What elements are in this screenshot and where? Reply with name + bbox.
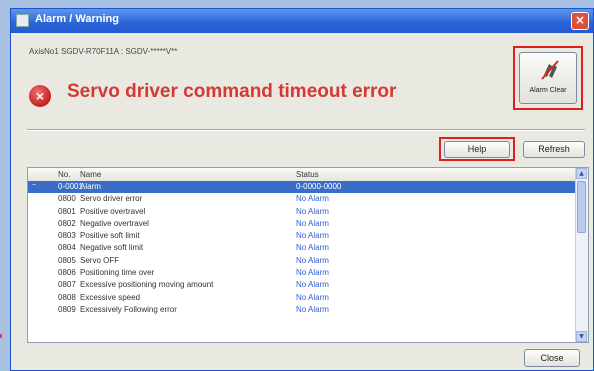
title-bar: Alarm / Warning ×	[11, 9, 593, 33]
alarm-table: No. Name Status −0-0001 Alarm 0-0000-0000 0…	[27, 167, 589, 343]
window-icon	[16, 14, 29, 27]
cell-name: Servo driver error	[80, 194, 143, 204]
close-icon[interactable]: ×	[571, 12, 589, 30]
scroll-down-icon[interactable]: ▼	[576, 331, 587, 342]
cell-status: No Alarm	[296, 280, 329, 290]
divider	[27, 129, 585, 131]
column-header-name[interactable]: Name	[80, 170, 101, 179]
table-row[interactable]: −0-0001 Alarm 0-0000-0000	[28, 181, 576, 194]
cell-no: 0808	[58, 292, 76, 302]
column-header-no[interactable]: No.	[58, 170, 70, 179]
table-row[interactable]: 0806 Positioning time over No Alarm	[28, 267, 576, 279]
alarm-clear-label: Alarm Clear	[529, 87, 567, 94]
cell-no: 0805	[58, 255, 76, 265]
cell-status: No Alarm	[296, 268, 329, 278]
table-rows: −0-0001 Alarm 0-0000-0000 0800 Servo driver …	[28, 181, 576, 316]
cell-name: Negative overtravel	[80, 218, 149, 228]
cell-name: Excessive speed	[80, 292, 141, 302]
expand-toggle[interactable]: −	[32, 182, 36, 189]
alarm-clear-icon	[541, 60, 559, 80]
help-button[interactable]: Help	[444, 141, 510, 158]
cell-no: 0804	[58, 243, 76, 253]
error-title: Servo driver command timeout error	[67, 81, 397, 102]
cell-status: No Alarm	[296, 243, 329, 253]
left-edge-mark	[0, 334, 2, 338]
cell-name: Positive soft limit	[80, 231, 140, 241]
table-header: No. Name Status	[28, 168, 576, 182]
error-icon: ×	[29, 85, 51, 107]
close-button[interactable]: Close	[524, 349, 580, 367]
alarm-warning-window: Alarm / Warning × AxisNo1 SGDV-R70F11A :…	[10, 8, 594, 371]
cell-name: Negative soft limit	[80, 243, 144, 253]
table-row[interactable]: 0801 Positive overtravel No Alarm	[28, 206, 576, 218]
cell-name: Excessively Following error	[80, 304, 177, 314]
cell-status: No Alarm	[296, 218, 329, 228]
table-row[interactable]: 0800 Servo driver error No Alarm	[28, 193, 576, 205]
model-line: AxisNo1 SGDV-R70F11A : SGDV-*****V**	[29, 47, 178, 56]
alarm-clear-button[interactable]: Alarm Clear	[519, 52, 577, 104]
cell-name: Alarm	[80, 182, 101, 191]
cell-no: 0809	[58, 304, 76, 314]
table-row[interactable]: 0809 Excessively Following error No Alarm	[28, 304, 576, 316]
scroll-thumb[interactable]	[577, 181, 586, 233]
cell-status: No Alarm	[296, 231, 329, 241]
cell-no: 0800	[58, 194, 76, 204]
cell-name: Positive overtravel	[80, 206, 146, 216]
window-title: Alarm / Warning	[35, 13, 119, 25]
cell-status: No Alarm	[296, 255, 329, 265]
cell-no: 0806	[58, 268, 76, 278]
vertical-scrollbar[interactable]: ▲ ▼	[575, 168, 588, 342]
table-row[interactable]: 0808 Excessive speed No Alarm	[28, 292, 576, 304]
cell-no: 0803	[58, 231, 76, 241]
table-row[interactable]: 0805 Servo OFF No Alarm	[28, 255, 576, 267]
table-row[interactable]: 0802 Negative overtravel No Alarm	[28, 218, 576, 230]
cell-no: 0802	[58, 218, 76, 228]
table-row[interactable]: 0804 Negative soft limit No Alarm	[28, 242, 576, 254]
cell-name: Positioning time over	[80, 268, 155, 278]
table-row[interactable]: 0803 Positive soft limit No Alarm	[28, 230, 576, 242]
cell-name: Servo OFF	[80, 255, 120, 265]
scroll-up-icon[interactable]: ▲	[576, 168, 587, 179]
cell-status: 0-0000-0000	[296, 182, 342, 191]
cell-status: No Alarm	[296, 292, 329, 302]
cell-status: No Alarm	[296, 304, 329, 314]
cell-no: 0807	[58, 280, 76, 290]
table-row[interactable]: 0807 Excessive positioning moving amount N…	[28, 279, 576, 291]
refresh-button[interactable]: Refresh	[523, 141, 585, 158]
cell-no: 0801	[58, 206, 76, 216]
cell-status: No Alarm	[296, 194, 329, 204]
cell-status: No Alarm	[296, 206, 329, 216]
cell-name: Excessive positioning moving amount	[80, 280, 214, 290]
column-header-status[interactable]: Status	[296, 170, 319, 179]
